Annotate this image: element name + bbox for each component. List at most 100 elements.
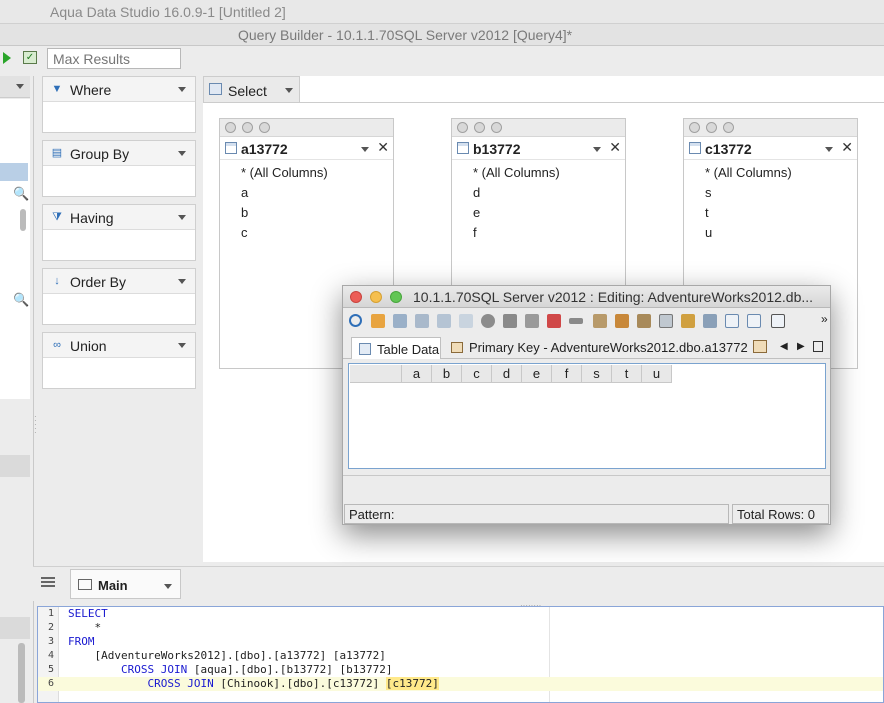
view-icon[interactable] bbox=[747, 314, 761, 328]
tab-list-icon[interactable] bbox=[753, 340, 767, 353]
search-icon[interactable]: 🔍 bbox=[13, 186, 29, 202]
window-dot[interactable] bbox=[689, 122, 700, 133]
column-header[interactable]: c bbox=[462, 365, 492, 383]
minimize-icon[interactable] bbox=[370, 291, 382, 303]
window-dot[interactable] bbox=[491, 122, 502, 133]
having-panel[interactable]: ⧩ Having bbox=[42, 204, 196, 261]
insert-row-icon[interactable] bbox=[393, 314, 407, 328]
code-line-current[interactable]: 6 CROSS JOIN [Chinook].[dbo].[c13772] [c… bbox=[38, 677, 883, 691]
close-icon[interactable] bbox=[350, 291, 362, 303]
max-results-input[interactable] bbox=[47, 48, 181, 69]
close-icon[interactable]: ✕ bbox=[377, 139, 389, 156]
select-tab[interactable]: Select bbox=[203, 76, 300, 103]
union-panel[interactable]: ∞ Union bbox=[42, 332, 196, 389]
table-data-grid[interactable]: a b c d e f s t u bbox=[348, 363, 826, 469]
column-item[interactable]: b bbox=[241, 205, 248, 220]
find-icon[interactable] bbox=[703, 314, 717, 328]
copy-icon[interactable] bbox=[437, 314, 451, 328]
chevron-down-icon[interactable] bbox=[825, 147, 833, 152]
column-header[interactable]: f bbox=[552, 365, 582, 383]
sql-editor[interactable]: 1 SELECT 2 * 3 FROM 4 [AdventureWorks201… bbox=[37, 606, 884, 703]
form-icon[interactable] bbox=[637, 314, 651, 328]
column-item[interactable]: u bbox=[705, 225, 712, 240]
delete-icon[interactable] bbox=[547, 314, 561, 328]
column-item[interactable]: * (All Columns) bbox=[705, 165, 792, 180]
paste-icon[interactable] bbox=[459, 314, 473, 328]
window-dot[interactable] bbox=[242, 122, 253, 133]
column-header[interactable]: d bbox=[492, 365, 522, 383]
maximize-icon[interactable] bbox=[390, 291, 402, 303]
export-icon[interactable] bbox=[725, 314, 739, 328]
pattern-field[interactable]: Pattern: bbox=[344, 504, 729, 524]
column-item[interactable]: s bbox=[705, 185, 712, 200]
code-line[interactable]: 4 [AdventureWorks2012].[dbo].[a13772] [a… bbox=[38, 649, 883, 663]
chevron-down-icon[interactable] bbox=[178, 343, 186, 348]
window-dot[interactable] bbox=[457, 122, 468, 133]
chevron-left-icon[interactable]: ◀ bbox=[780, 341, 788, 352]
window-dot[interactable] bbox=[723, 122, 734, 133]
refresh-icon[interactable] bbox=[349, 314, 362, 327]
column-item[interactable]: * (All Columns) bbox=[473, 165, 560, 180]
chevron-right-icon[interactable]: ▶ bbox=[797, 341, 805, 352]
code-line[interactable]: 1 SELECT bbox=[38, 607, 883, 621]
code-line[interactable]: 5 CROSS JOIN [aqua].[dbo].[b13772] [b137… bbox=[38, 663, 883, 677]
plug-icon[interactable] bbox=[371, 314, 385, 328]
column-item[interactable]: * (All Columns) bbox=[241, 165, 328, 180]
column-header[interactable]: u bbox=[642, 365, 672, 383]
column-header[interactable]: s bbox=[582, 365, 612, 383]
column-item[interactable]: c bbox=[241, 225, 248, 240]
column-header[interactable]: b bbox=[432, 365, 462, 383]
chevron-down-icon[interactable] bbox=[16, 84, 24, 89]
tab-menu-icon[interactable] bbox=[813, 341, 823, 352]
insert-column-icon[interactable] bbox=[503, 314, 517, 328]
window-dot[interactable] bbox=[706, 122, 717, 133]
filter-icon[interactable] bbox=[659, 314, 673, 328]
code-line[interactable]: 3 FROM bbox=[38, 635, 883, 649]
chevron-right-icon[interactable]: » bbox=[821, 312, 831, 326]
left-panel-header[interactable] bbox=[0, 76, 30, 98]
left-scrollbar[interactable] bbox=[20, 209, 26, 231]
group-by-panel[interactable]: ▤ Group By bbox=[42, 140, 196, 197]
chevron-down-icon[interactable] bbox=[178, 151, 186, 156]
menu-icon[interactable] bbox=[41, 577, 55, 587]
column-item[interactable]: d bbox=[473, 185, 480, 200]
stop-icon[interactable] bbox=[481, 314, 495, 328]
remove-icon[interactable] bbox=[569, 318, 583, 324]
settings-icon[interactable] bbox=[771, 314, 785, 328]
code-line[interactable]: 2 * bbox=[38, 621, 883, 635]
tools-icon[interactable] bbox=[681, 314, 695, 328]
window-dot[interactable] bbox=[225, 122, 236, 133]
column-item[interactable]: t bbox=[705, 205, 709, 220]
duplicate-row-icon[interactable] bbox=[415, 314, 429, 328]
chevron-down-icon[interactable] bbox=[361, 147, 369, 152]
chevron-down-icon[interactable] bbox=[164, 584, 172, 589]
check-icon[interactable]: ✓ bbox=[23, 51, 37, 64]
window-dot[interactable] bbox=[474, 122, 485, 133]
tab-table-data[interactable]: Table Data bbox=[351, 337, 441, 359]
where-panel[interactable]: ▼ Where bbox=[42, 76, 196, 133]
chevron-down-icon[interactable] bbox=[285, 88, 293, 93]
order-by-panel[interactable]: ↓ Order By bbox=[42, 268, 196, 325]
column-item[interactable]: f bbox=[473, 225, 477, 240]
column-header[interactable]: a bbox=[402, 365, 432, 383]
window-dot[interactable] bbox=[259, 122, 270, 133]
chevron-down-icon[interactable] bbox=[178, 215, 186, 220]
column-item[interactable]: a bbox=[241, 185, 248, 200]
close-icon[interactable]: ✕ bbox=[841, 139, 853, 156]
tab-main[interactable]: Main bbox=[70, 569, 181, 599]
chevron-down-icon[interactable] bbox=[593, 147, 601, 152]
left-panel-selected-item[interactable] bbox=[0, 163, 28, 181]
column-header[interactable]: e bbox=[522, 365, 552, 383]
splitter-handle[interactable]: · · · · · bbox=[34, 413, 37, 437]
clear-icon[interactable] bbox=[615, 314, 629, 328]
search-icon[interactable]: 🔍 bbox=[13, 292, 29, 308]
column-item[interactable]: e bbox=[473, 205, 480, 220]
chevron-down-icon[interactable] bbox=[178, 279, 186, 284]
add-icon[interactable] bbox=[525, 314, 539, 328]
column-header[interactable]: t bbox=[612, 365, 642, 383]
edit-icon[interactable] bbox=[593, 314, 607, 328]
close-icon[interactable]: ✕ bbox=[609, 139, 621, 156]
execute-icon[interactable] bbox=[3, 52, 11, 64]
tab-primary-key[interactable]: Primary Key - AdventureWorks2012.dbo.a13… bbox=[451, 340, 748, 355]
chevron-down-icon[interactable] bbox=[178, 87, 186, 92]
